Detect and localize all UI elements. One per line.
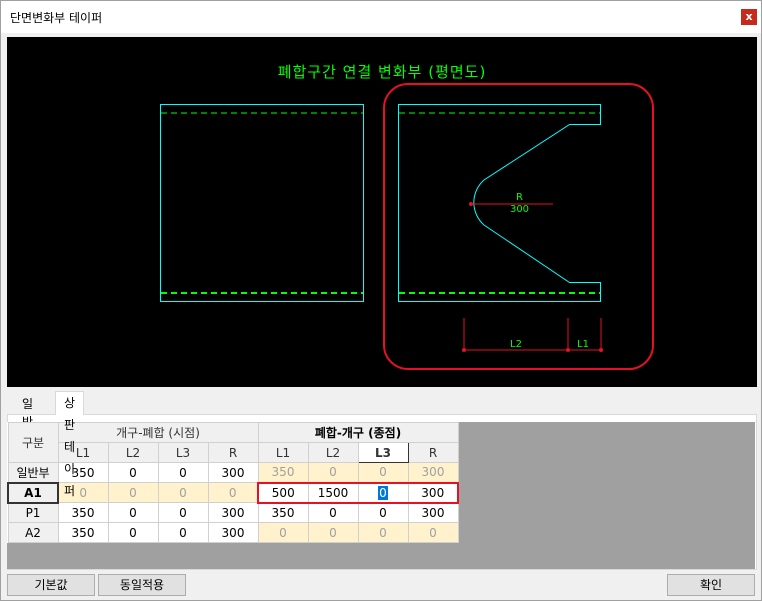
table-cell[interactable]: 0 [157,522,209,543]
table-cell[interactable]: 300 [407,481,459,504]
close-button[interactable]: x [741,9,757,25]
col-header[interactable]: R [207,442,259,463]
selected-value[interactable]: 0 [378,485,388,500]
table-cell[interactable]: 0 [307,522,359,543]
col-header[interactable]: R [407,442,459,463]
l1-label: L1 [577,339,589,350]
radius-label: R [516,192,523,203]
grid-area: 구분 개구-폐합 (시점) 폐합-개구 (종점) L1 L2 L3 R L1 L… [7,422,755,569]
table-cell[interactable]: 0 [107,462,159,483]
tab-general[interactable]: 일반 [13,394,43,429]
table-cell[interactable]: 0 [157,462,209,483]
col-header[interactable]: L2 [307,442,359,463]
row-header[interactable]: A1 [7,481,59,504]
table-cell[interactable]: 300 [407,502,459,523]
table-cell[interactable]: 0 [107,522,159,543]
col-header[interactable]: L3 [157,442,209,463]
table-cell[interactable]: 0 [207,482,259,503]
table-cell[interactable]: 350 [257,462,309,483]
ok-button[interactable]: 확인 [667,574,755,596]
row-header[interactable]: A2 [7,522,59,543]
table-row: P1 350 0 0 300 350 0 0 300 [7,502,459,523]
diagram-preview: 폐합구간 연결 변화부 (평면도) R 300 L2 L1 [7,37,757,387]
table-row: A2 350 0 0 300 0 0 0 0 [7,522,459,543]
dialog-window: 단면변화부 테이퍼 x 폐합구간 연결 변화부 (평면도) R 300 L2 L… [0,0,762,601]
table-cell[interactable]: 0 [257,522,309,543]
table-cell[interactable]: 500 [257,481,309,504]
table-row: A1 0 0 0 0 500 1500 0 300 [7,481,459,504]
group-header-end: 폐합-개구 (종점) [257,422,459,443]
col-header[interactable]: L1 [257,442,309,463]
radius-arrow [469,202,473,206]
corner-header: 구분 [7,422,59,463]
table-cell[interactable]: 350 [257,502,309,523]
table-cell[interactable]: 0 [357,462,409,483]
table-cell[interactable]: 0 [157,482,209,503]
title-bar: 단면변화부 테이퍼 x [1,1,761,33]
section-outline-right [398,104,601,302]
table-cell[interactable]: 0 [107,502,159,523]
table-cell[interactable]: 350 [57,502,109,523]
table-cell[interactable]: 0 [107,482,159,503]
table-cell[interactable]: 0 [357,502,409,523]
table-cell[interactable]: 0 [357,522,409,543]
table-cell[interactable]: 0 [157,502,209,523]
col-header-current[interactable]: L3 [357,442,409,463]
table-cell[interactable]: 0 [307,502,359,523]
apply-same-button[interactable]: 동일적용 [98,574,186,596]
l2-label: L2 [510,339,522,350]
table-row: 일반부 350 0 0 300 350 0 0 300 [7,462,459,483]
table-cell[interactable]: 350 [57,522,109,543]
tab-top-slab-taper[interactable]: 상판 테이퍼 [55,391,85,498]
group-header-start: 개구-폐합 (시점) [57,422,259,443]
plan-view-diagram [160,83,654,370]
table-cell[interactable]: 300 [207,462,259,483]
table-cell[interactable]: 0 [307,462,359,483]
radius-value: 300 [509,204,530,215]
window-title: 단면변화부 테이퍼 [10,11,103,25]
default-button[interactable]: 기본값 [7,574,95,596]
table-cell[interactable]: 1500 [307,481,359,504]
diagram-title: 폐합구간 연결 변화부 (평면도) [277,63,487,81]
row-header[interactable]: P1 [7,502,59,523]
table-cell[interactable]: 300 [207,522,259,543]
col-header[interactable]: L2 [107,442,159,463]
section-outline-left [160,104,364,302]
row-header[interactable]: 일반부 [7,462,59,483]
highlight-frame [383,83,654,370]
table-cell-editing[interactable]: 0 [357,481,409,504]
table-cell[interactable]: 0 [407,522,459,543]
table-cell[interactable]: 300 [407,462,459,483]
table-cell[interactable]: 300 [207,502,259,523]
